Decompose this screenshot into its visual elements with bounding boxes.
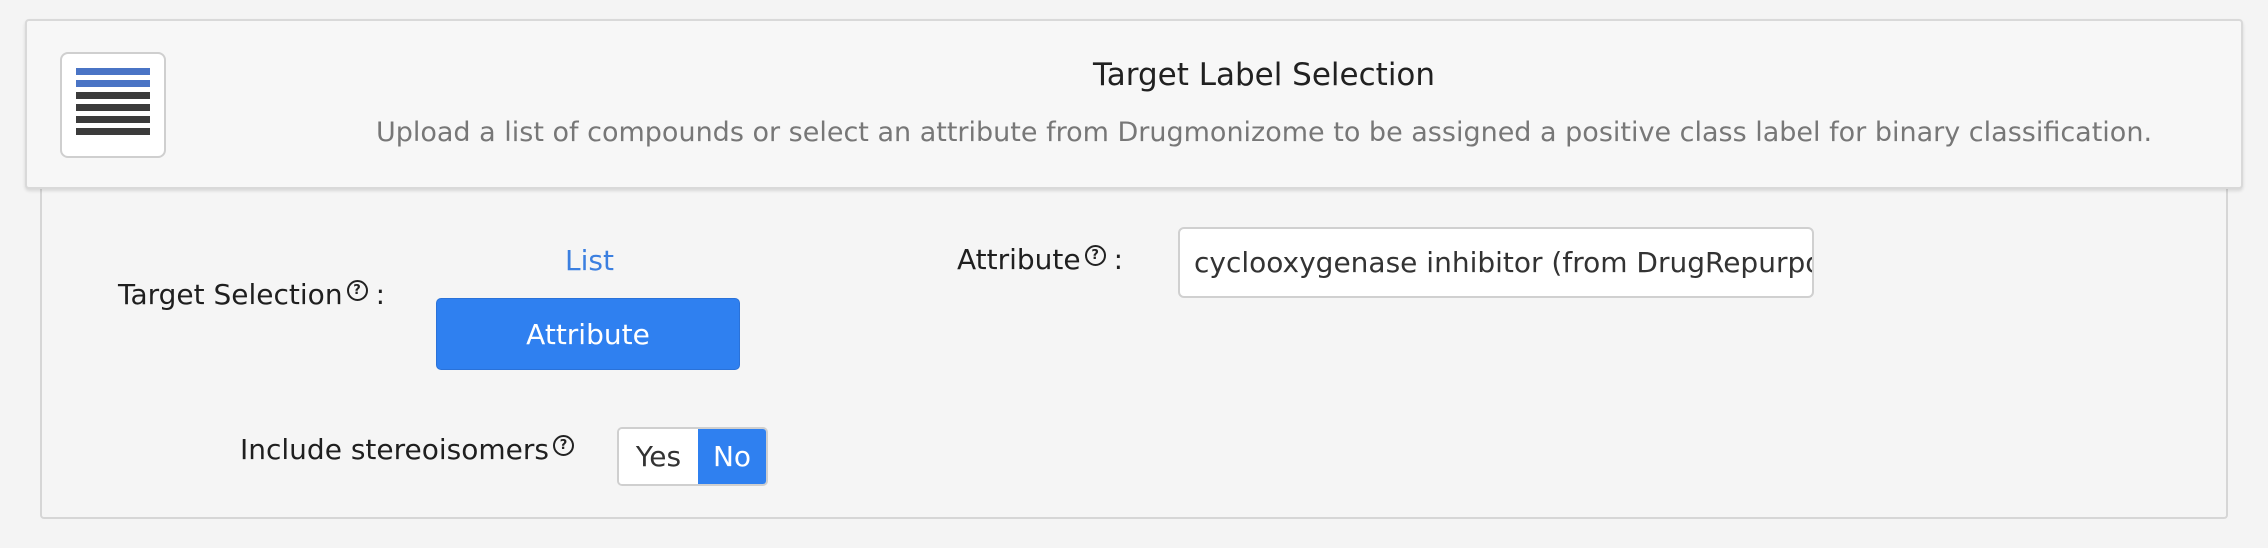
yes-option[interactable]: Yes <box>619 429 698 484</box>
help-icon[interactable]: ? <box>1084 244 1106 266</box>
section-description: Upload a list of compounds or select an … <box>375 117 2153 148</box>
help-icon[interactable]: ? <box>552 434 574 456</box>
no-option[interactable]: No <box>698 429 766 484</box>
list-lines-icon <box>60 52 166 158</box>
attribute-label: Attribute?: <box>957 243 1124 276</box>
header-card: Target Label Selection Upload a list of … <box>25 19 2243 189</box>
form-panel <box>40 185 2228 519</box>
help-icon[interactable]: ? <box>346 279 368 301</box>
list-option-link[interactable]: List <box>565 244 614 277</box>
stereoisomers-toggle[interactable]: Yes No <box>617 427 768 486</box>
attribute-input[interactable]: cyclooxygenase inhibitor (from DrugRepur… <box>1178 227 1814 298</box>
target-selection-label: Target Selection?: <box>118 278 385 311</box>
section-title: Target Label Selection <box>1092 57 1436 93</box>
attribute-option-button[interactable]: Attribute <box>436 298 740 370</box>
stereoisomers-label: Include stereoisomers? <box>240 433 574 466</box>
